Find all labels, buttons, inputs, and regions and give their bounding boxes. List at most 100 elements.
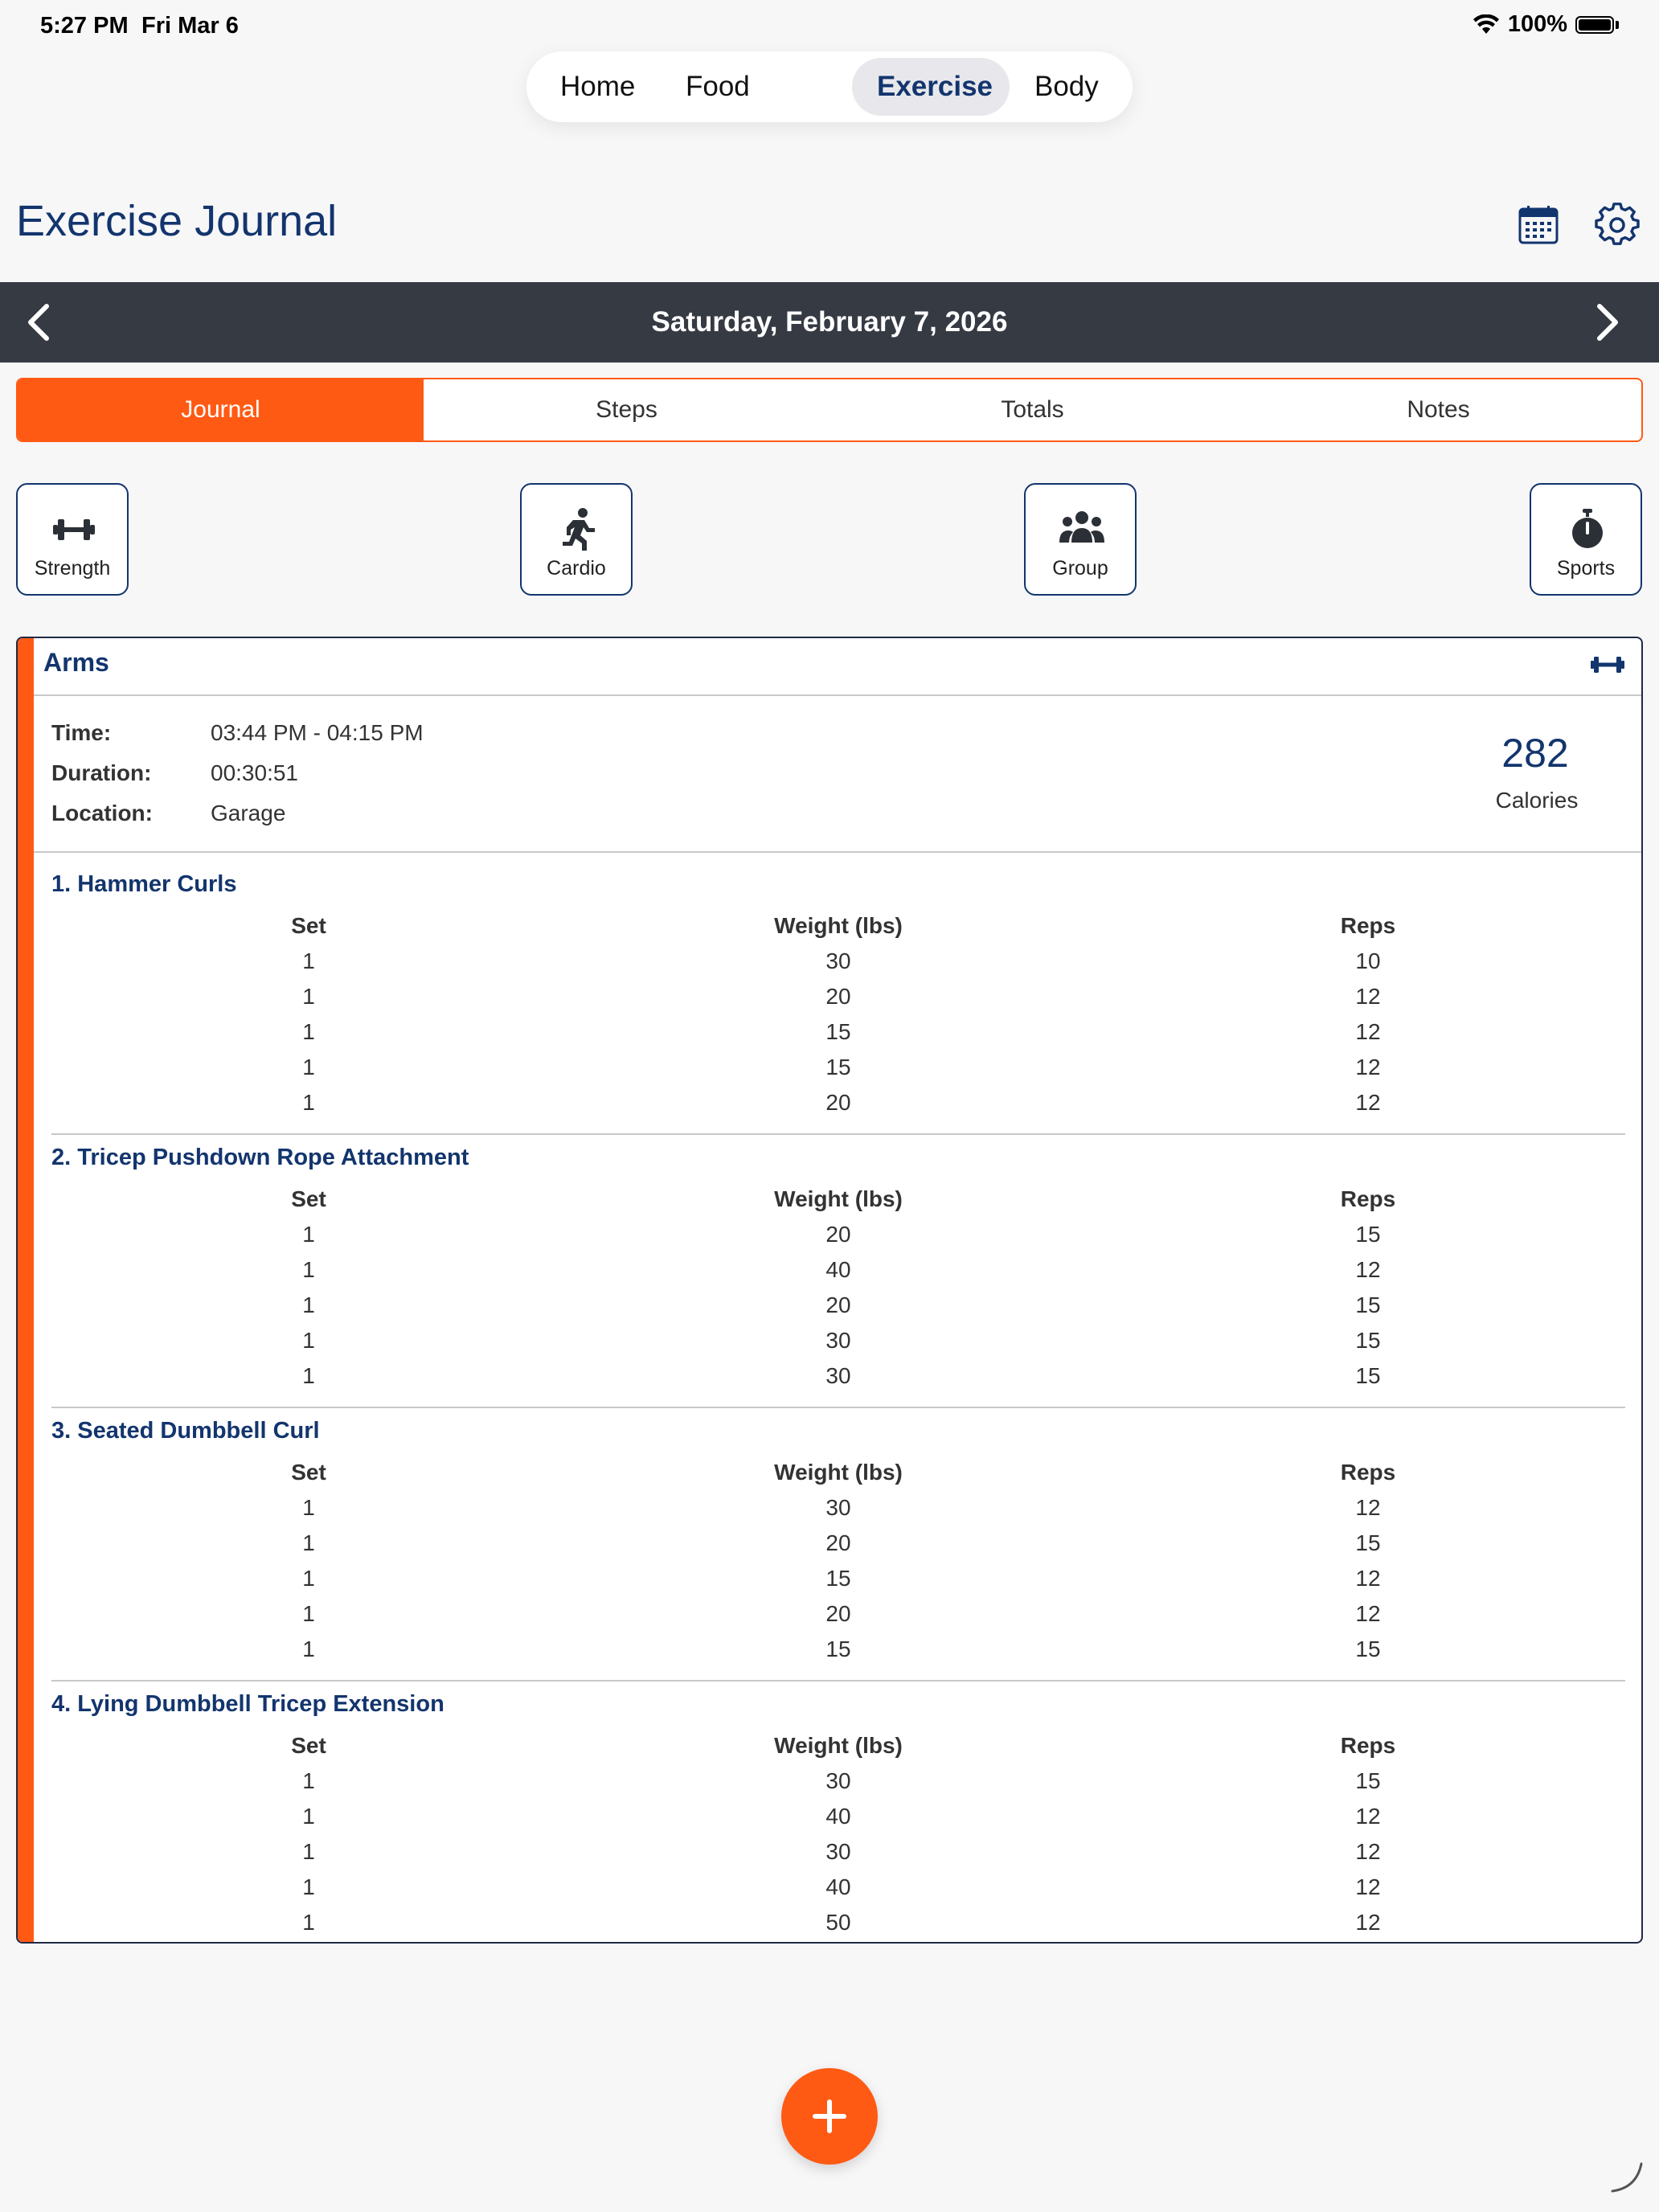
exercise-block[interactable]: 2. Tricep Pushdown Rope Attachment Set Wei… bbox=[34, 1145, 1641, 1418]
set-cell: 1 bbox=[302, 984, 315, 1009]
battery-cap bbox=[1616, 20, 1619, 29]
column-header: Reps bbox=[1340, 913, 1396, 938]
group-button[interactable]: Group bbox=[1024, 483, 1137, 596]
set-cell: 1 bbox=[302, 1090, 315, 1115]
set-cell: 1 bbox=[302, 948, 315, 973]
status-indicators: 100% bbox=[1473, 11, 1619, 38]
set-cell: 1 bbox=[302, 1804, 315, 1829]
exercise-title: 2. Tricep Pushdown Rope Attachment bbox=[51, 1145, 469, 1170]
column-header: Weight (lbs) bbox=[774, 913, 903, 938]
battery-percent: 100% bbox=[1507, 11, 1567, 37]
nav-food[interactable]: Food bbox=[686, 51, 750, 122]
group-icon bbox=[1059, 511, 1104, 543]
reps-cell: 12 bbox=[1355, 1874, 1381, 1899]
calories-value: 282 bbox=[1501, 731, 1569, 776]
column-header: Set bbox=[291, 1460, 326, 1485]
set-cell: 1 bbox=[302, 1363, 315, 1388]
dumbbell-icon bbox=[1591, 657, 1624, 673]
top-nav: Home Food Exercise Body bbox=[526, 51, 1133, 122]
reps-cell: 12 bbox=[1355, 1257, 1381, 1282]
weight-cell: 20 bbox=[825, 1292, 851, 1317]
exercise-title: 4. Lying Dumbbell Tricep Extension bbox=[51, 1691, 444, 1717]
exercise-divider bbox=[51, 1133, 1625, 1135]
weight-cell: 30 bbox=[825, 1495, 851, 1520]
status-date: Fri Mar 6 bbox=[141, 13, 239, 39]
weight-cell: 30 bbox=[825, 1839, 851, 1864]
exercise-title: 3. Seated Dumbbell Curl bbox=[51, 1418, 320, 1444]
column-header: Reps bbox=[1340, 1460, 1396, 1485]
exercise-block[interactable]: 4. Lying Dumbbell Tricep Extension Set Wei… bbox=[34, 1691, 1641, 1942]
column-header: Set bbox=[291, 913, 326, 938]
reps-cell: 15 bbox=[1355, 1328, 1381, 1353]
page-title: Exercise Journal bbox=[16, 197, 338, 245]
reps-cell: 12 bbox=[1355, 1566, 1381, 1591]
info-divider bbox=[34, 851, 1641, 853]
reps-cell: 12 bbox=[1355, 1910, 1381, 1935]
weight-cell: 30 bbox=[825, 948, 851, 973]
gear-icon[interactable] bbox=[1595, 203, 1640, 248]
cardio-label: Cardio bbox=[547, 557, 606, 580]
set-cell: 1 bbox=[302, 1636, 315, 1661]
strength-button[interactable]: Strength bbox=[16, 483, 129, 596]
reps-cell: 12 bbox=[1355, 1804, 1381, 1829]
sports-button[interactable]: Sports bbox=[1530, 483, 1642, 596]
plus-icon bbox=[813, 2099, 846, 2133]
set-cell: 1 bbox=[302, 1839, 315, 1864]
weight-cell: 20 bbox=[825, 1601, 851, 1626]
set-cell: 1 bbox=[302, 1222, 315, 1247]
set-cell: 1 bbox=[302, 1768, 315, 1793]
tab-steps[interactable]: Steps bbox=[424, 379, 830, 440]
location-value: Garage bbox=[211, 801, 286, 825]
calendar-icon[interactable] bbox=[1516, 203, 1561, 248]
set-cell: 1 bbox=[302, 1910, 315, 1935]
nav-exercise[interactable]: Exercise bbox=[877, 51, 993, 122]
weight-cell: 20 bbox=[825, 1530, 851, 1555]
column-header: Weight (lbs) bbox=[774, 1186, 903, 1211]
column-header: Reps bbox=[1340, 1733, 1396, 1758]
exercise-block[interactable]: 3. Seated Dumbbell Curl Set Weight (lbs) Re… bbox=[34, 1418, 1641, 1691]
reps-cell: 12 bbox=[1355, 984, 1381, 1009]
reps-cell: 15 bbox=[1355, 1636, 1381, 1661]
selected-date: Saturday, February 7, 2026 bbox=[651, 306, 1008, 338]
group-label: Group bbox=[1052, 557, 1108, 580]
wifi-icon bbox=[1473, 14, 1499, 34]
tab-notes[interactable]: Notes bbox=[1235, 379, 1641, 440]
chevron-right-icon[interactable] bbox=[1583, 300, 1628, 345]
add-button[interactable] bbox=[781, 2068, 878, 2165]
reps-cell: 10 bbox=[1355, 948, 1381, 973]
reps-cell: 15 bbox=[1355, 1222, 1381, 1247]
weight-cell: 30 bbox=[825, 1363, 851, 1388]
column-header: Set bbox=[291, 1186, 326, 1211]
set-cell: 1 bbox=[302, 1257, 315, 1282]
date-bar: Saturday, February 7, 2026 bbox=[0, 282, 1659, 363]
tab-journal[interactable]: Journal bbox=[18, 379, 424, 440]
calories-label: Calories bbox=[1495, 788, 1579, 813]
battery-icon bbox=[1575, 15, 1614, 34]
exercise-title: 1. Hammer Curls bbox=[51, 871, 237, 897]
exercise-block[interactable]: 1. Hammer Curls Set Weight (lbs) Reps 1 30 10 1… bbox=[34, 871, 1641, 1145]
column-header: Weight (lbs) bbox=[774, 1733, 903, 1758]
sports-label: Sports bbox=[1556, 557, 1616, 580]
time-value: 03:44 PM - 04:15 PM bbox=[211, 720, 424, 745]
tab-totals[interactable]: Totals bbox=[830, 379, 1235, 440]
column-header: Weight (lbs) bbox=[774, 1460, 903, 1485]
reps-cell: 12 bbox=[1355, 1495, 1381, 1520]
set-cell: 1 bbox=[302, 1530, 315, 1555]
workout-card[interactable]: Arms Time: 03:44 PM - 04:15 PM Duration:… bbox=[16, 637, 1643, 1944]
strength-label: Strength bbox=[34, 557, 111, 580]
set-cell: 1 bbox=[302, 1874, 315, 1899]
weight-cell: 15 bbox=[825, 1566, 851, 1591]
reps-cell: 12 bbox=[1355, 1019, 1381, 1044]
card-header-divider bbox=[34, 694, 1641, 696]
resize-handle-icon[interactable] bbox=[1608, 2156, 1648, 2196]
weight-cell: 20 bbox=[825, 984, 851, 1009]
set-cell: 1 bbox=[302, 1328, 315, 1353]
nav-body[interactable]: Body bbox=[1034, 51, 1099, 122]
reps-cell: 15 bbox=[1355, 1768, 1381, 1793]
reps-cell: 12 bbox=[1355, 1601, 1381, 1626]
weight-cell: 50 bbox=[825, 1910, 851, 1935]
segment-tabs: Journal Steps Totals Notes bbox=[16, 378, 1643, 442]
nav-home[interactable]: Home bbox=[560, 51, 635, 122]
set-cell: 1 bbox=[302, 1019, 315, 1044]
cardio-button[interactable]: Cardio bbox=[520, 483, 633, 596]
